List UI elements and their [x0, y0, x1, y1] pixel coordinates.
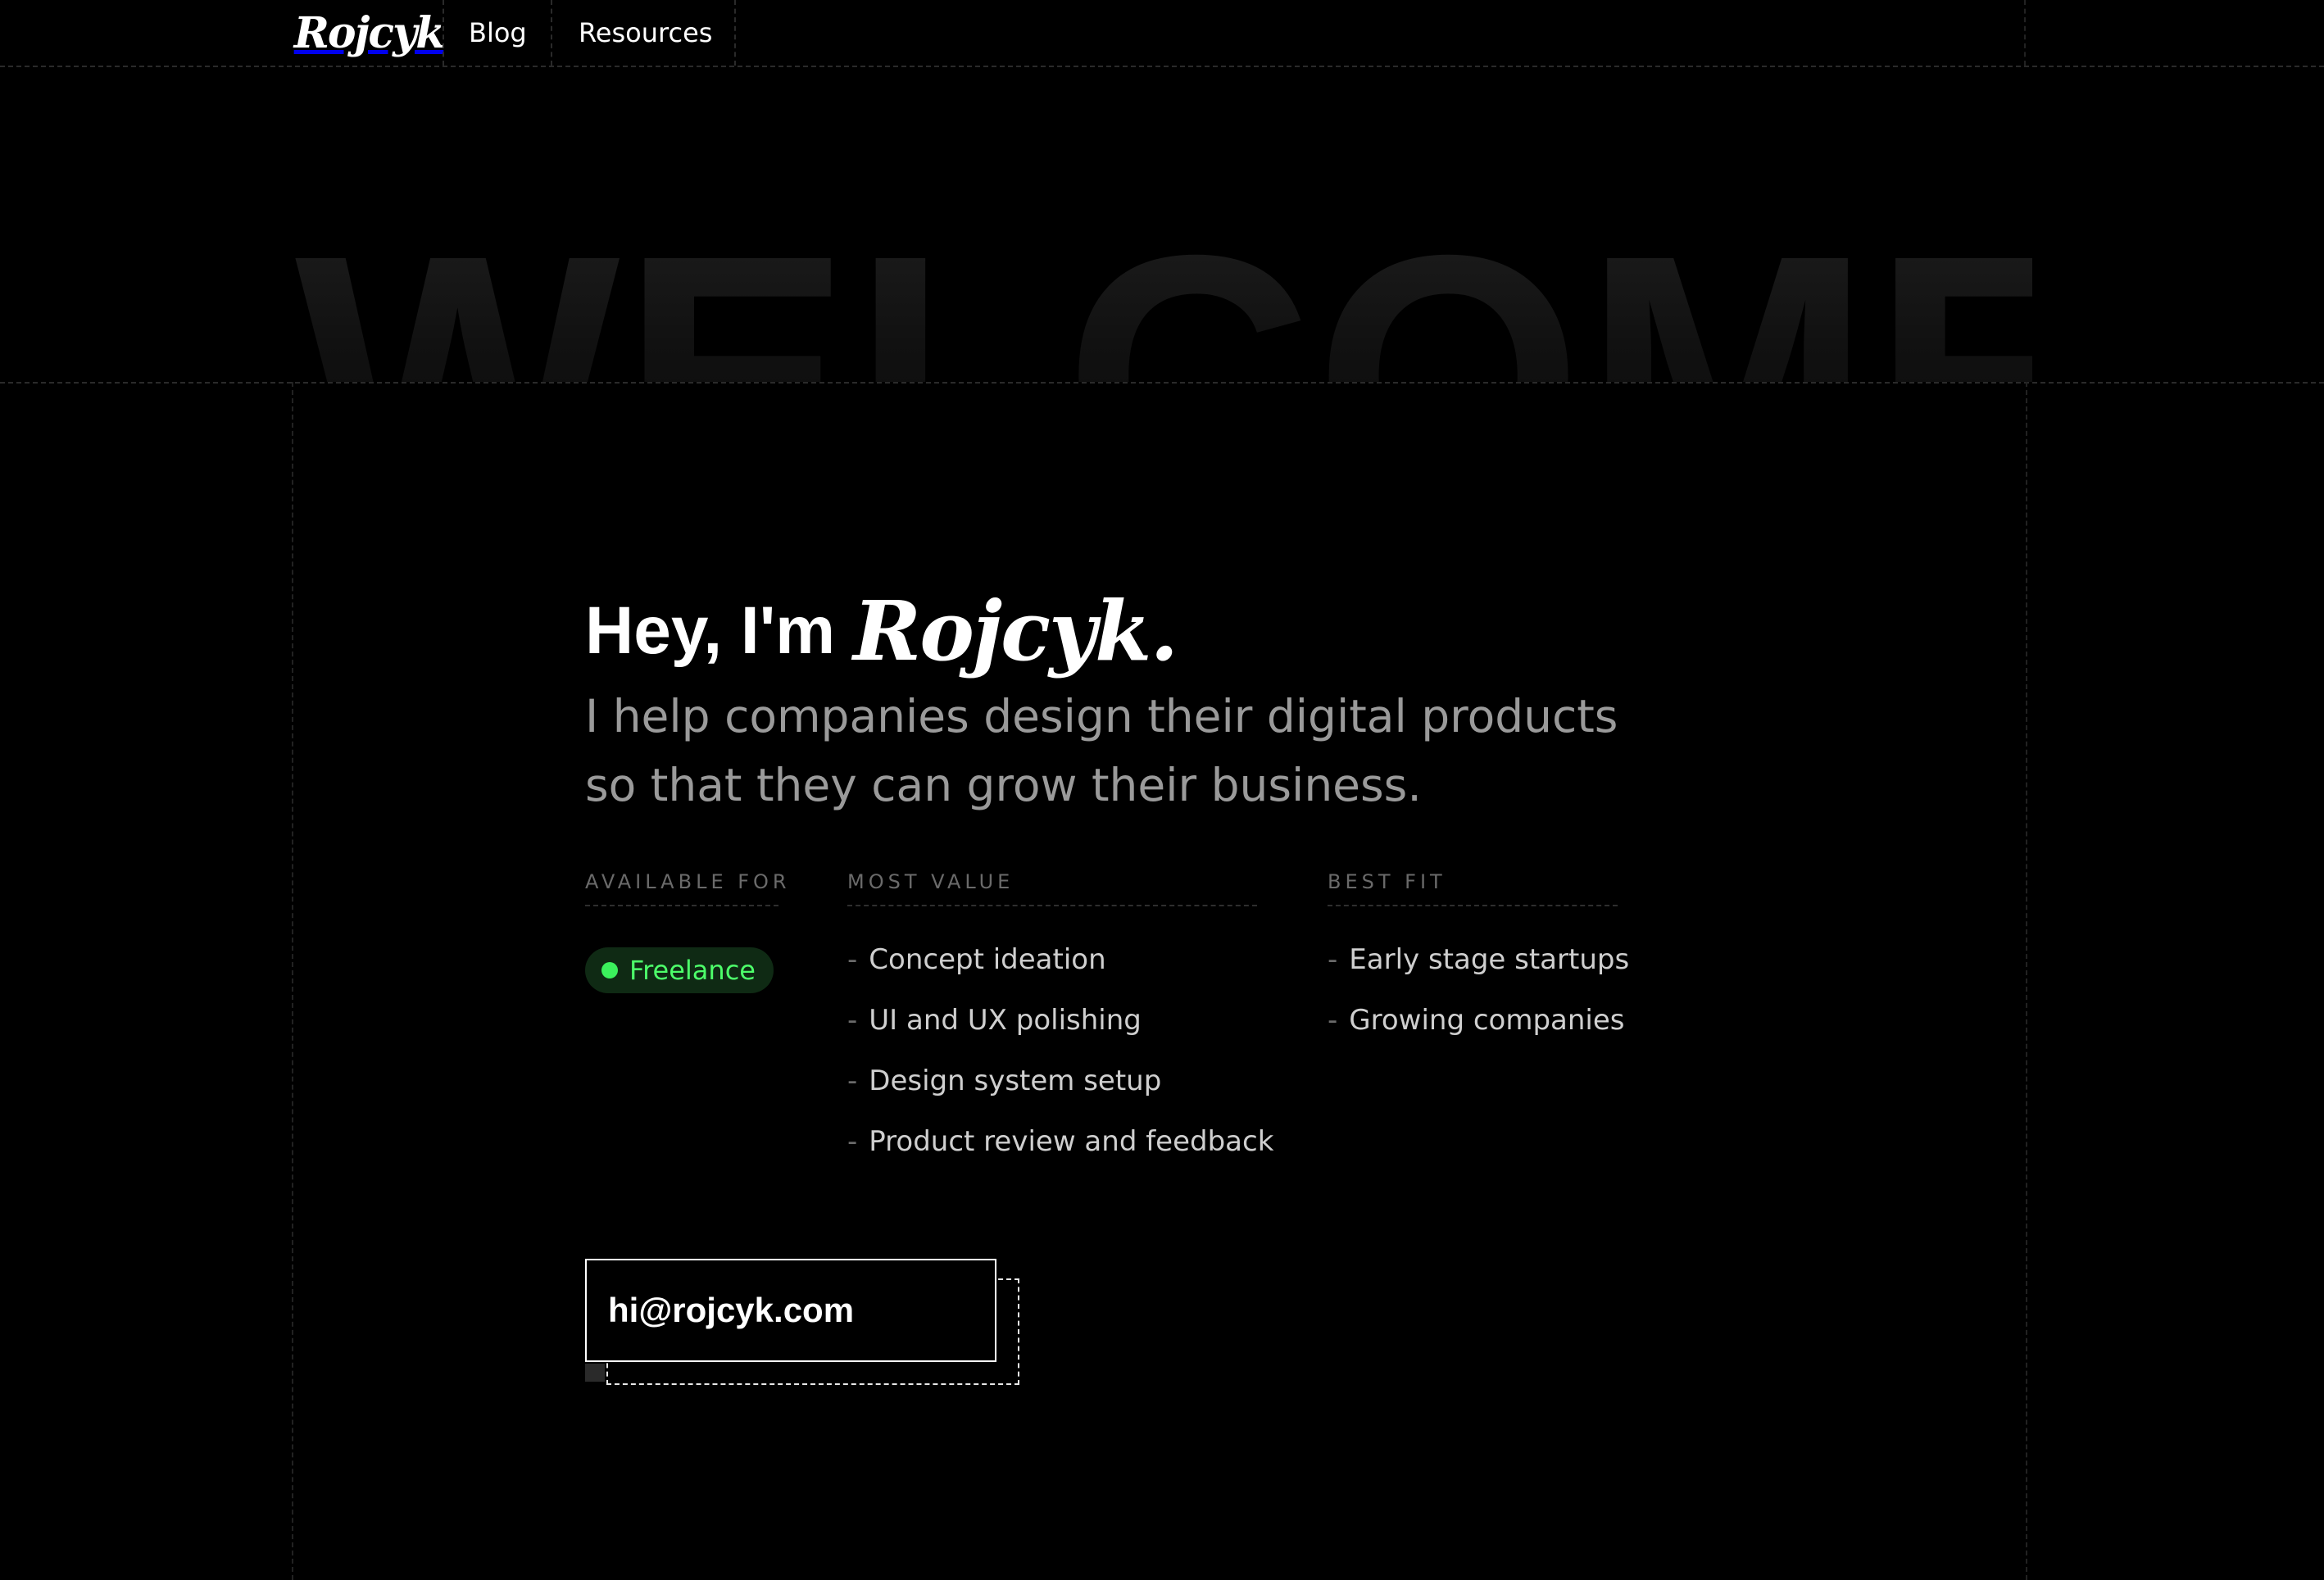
list-item: - Growing companies [1328, 1004, 1625, 1037]
welcome-banner: WELCOME [295, 123, 2032, 383]
list-item: - Product review and feedback [847, 1125, 1274, 1158]
left-guide-top [2024, 0, 2026, 66]
hero-logo: Rojcyk. [853, 583, 1178, 679]
hero-title: Hey, I'm Rojcyk. [585, 574, 1178, 688]
nav-logo[interactable]: Rojcyk [293, 0, 446, 66]
list-item: - UI and UX polishing [847, 1004, 1142, 1037]
email-button[interactable]: hi@rojcyk.com [585, 1259, 996, 1362]
welcome-divider [0, 382, 2324, 384]
hero-greeting: Hey, I'm [585, 593, 836, 668]
most-value-heading: MOST VALUE [847, 870, 1257, 906]
email-card-corner [585, 1364, 605, 1382]
logo-text: Rojcyk [293, 7, 446, 58]
list-item: - Concept ideation [847, 943, 1106, 976]
right-guide [2026, 382, 2027, 1580]
best-fit-section: BEST FIT - Early stage startups - Growing … [1328, 870, 1630, 1051]
list-item: - Design system setup [847, 1065, 1162, 1097]
nav-link-blog[interactable]: Blog [469, 0, 527, 66]
status-dot-icon [601, 962, 618, 978]
best-fit-heading: BEST FIT [1328, 870, 1618, 906]
available-for-heading: AVAILABLE FOR [585, 870, 787, 906]
freelance-badge: Freelance [585, 947, 774, 993]
available-for-section: AVAILABLE FOR Freelance [585, 870, 787, 993]
nav-separator [443, 0, 444, 66]
badge-label: Freelance [629, 955, 756, 986]
nav-separator [734, 0, 736, 66]
nav-link-resources[interactable]: Resources [579, 0, 712, 66]
hero-subtitle: I help companies design their digital pr… [585, 690, 1618, 811]
most-value-section: MOST VALUE - Concept ideation - UI and UX … [847, 870, 1274, 1172]
list-item: - Early stage startups [1328, 943, 1630, 976]
welcome-text: WELCOME [295, 205, 2032, 383]
left-guide [292, 382, 293, 1580]
nav-separator [551, 0, 552, 66]
nav-divider [0, 66, 2324, 67]
best-fit-list: - Early stage startups - Growing companies [1328, 929, 1630, 1051]
most-value-list: - Concept ideation - UI and UX polishing -… [847, 929, 1274, 1172]
